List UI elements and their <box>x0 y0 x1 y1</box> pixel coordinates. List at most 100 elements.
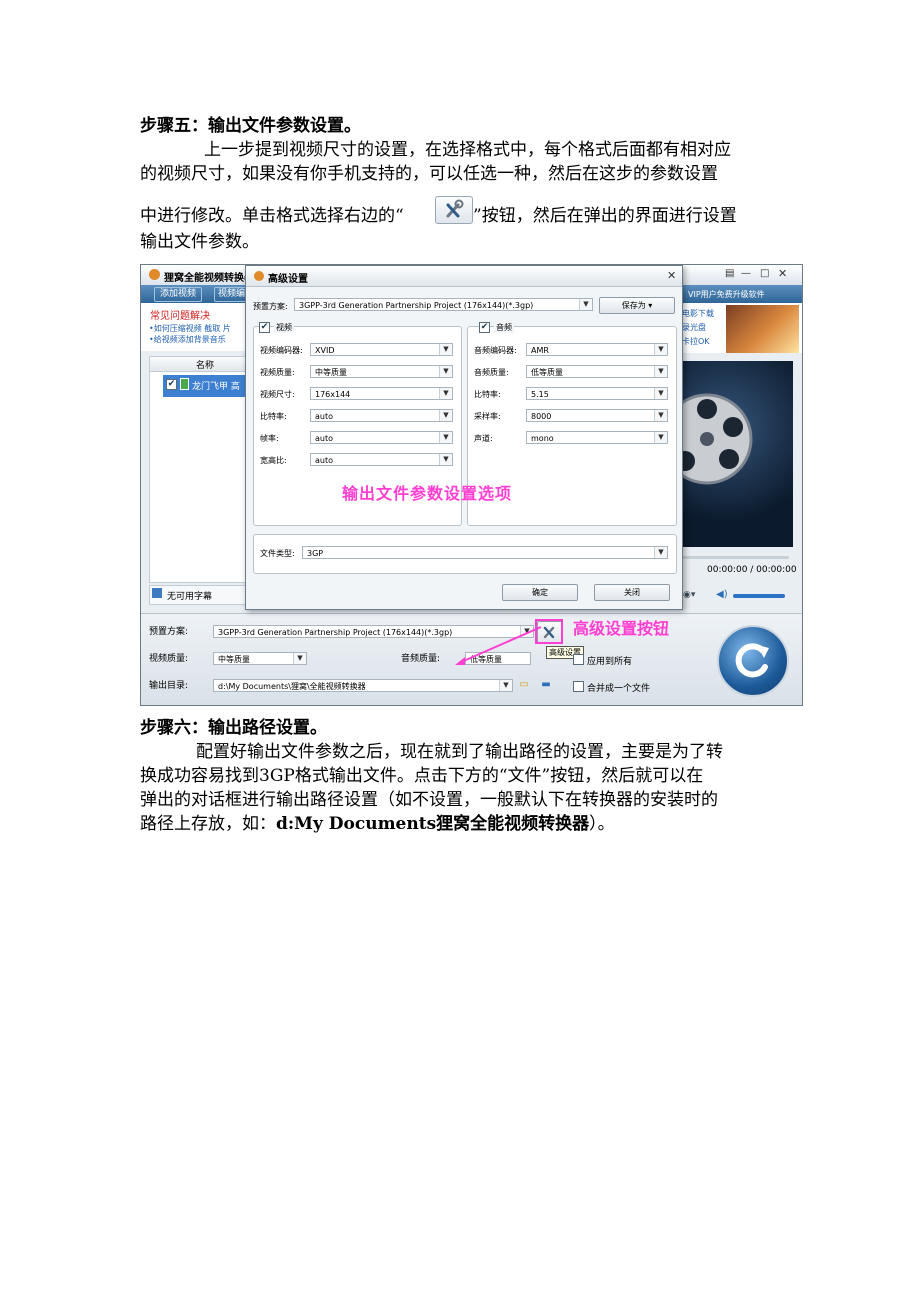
file-type-icon <box>180 378 189 390</box>
progress-track[interactable] <box>681 556 789 559</box>
step6-heading: 步骤六：输出路径设置。 <box>140 718 327 738</box>
paragraph-2-line-4: 路径上存放，如：d:My Documents狸窝全能视频转换器）。 <box>140 814 615 834</box>
dialog-close-icon[interactable]: ✕ <box>667 269 676 282</box>
advanced-settings-dialog: 高级设置 ✕ 预置方案: 3GPP-3rd Generation Partner… <box>245 265 683 610</box>
ad-link-2[interactable]: 录光盘 <box>682 322 706 333</box>
aspect-ratio-select[interactable]: auto ▼ <box>310 453 453 466</box>
video-codec-select[interactable]: XVID ▼ <box>310 343 453 356</box>
skin-icon[interactable]: ▤ <box>725 268 734 279</box>
dialog-preset-select[interactable]: 3GPP-3rd Generation Partnership Project … <box>294 298 593 311</box>
audio-quality-field-value: 低等质量 <box>531 368 563 377</box>
paragraph-1-line-3a: 中进行修改。单击格式选择右边的“ <box>140 206 404 226</box>
video-quality-field-select[interactable]: 中等质量 ▼ <box>310 365 453 378</box>
minimize-icon[interactable]: — <box>741 268 751 279</box>
file-type-select[interactable]: 3GP ▼ <box>302 546 668 559</box>
faq-link-2[interactable]: •给视频添加背景音乐 <box>149 334 226 345</box>
options-caption: 输出文件参数设置选项 <box>342 484 513 503</box>
dialog-logo-icon <box>254 271 264 281</box>
add-video-button[interactable]: 添加视频 <box>154 287 203 302</box>
annotation-arrow <box>455 626 542 665</box>
folder-icon[interactable]: ▭ <box>516 678 532 692</box>
video-quality-value: 中等质量 <box>218 655 250 664</box>
paragraph-2-line-1: 配置好输出文件参数之后，现在就到了输出路径的设置，主要是为了转 <box>196 742 723 762</box>
channels-value: mono <box>531 434 554 443</box>
ad-link-3[interactable]: 卡拉OK <box>682 336 710 347</box>
chevron-down-icon: ▼ <box>293 653 306 664</box>
apply-all-label: 应用到所有 <box>587 657 633 667</box>
sample-rate-select[interactable]: 8000 ▼ <box>526 409 668 422</box>
apply-all-checkbox[interactable] <box>573 654 584 665</box>
audio-codec-select[interactable]: AMR ▼ <box>526 343 668 356</box>
convert-button[interactable] <box>717 625 789 697</box>
open-folder-icon[interactable]: ▬ <box>538 678 554 692</box>
video-size-select[interactable]: 176x144 ▼ <box>310 387 453 400</box>
preset-label: 预置方案: <box>149 627 189 637</box>
file-checkbox[interactable]: ✔ <box>166 379 177 390</box>
audio-bitrate-select[interactable]: 5.15 ▼ <box>526 387 668 400</box>
chevron-down-icon: ▼ <box>654 432 667 443</box>
audio-bitrate-label: 比特率: <box>474 390 501 399</box>
chevron-down-icon: ▼ <box>499 680 512 691</box>
paragraph-2-line-4c: ）。 <box>589 814 615 834</box>
video-group-title: 视频 <box>274 322 294 333</box>
file-list <box>149 371 249 583</box>
step5-heading: 步骤五：输出文件参数设置。 <box>140 116 361 136</box>
chevron-down-icon: ▼ <box>439 410 452 421</box>
video-bitrate-label: 比特率: <box>260 412 287 421</box>
video-bitrate-value: auto <box>315 412 334 421</box>
close-window-icon[interactable]: ✕ <box>778 267 787 280</box>
paragraph-1-line-4: 输出文件参数。 <box>140 232 259 252</box>
video-quality-select[interactable]: 中等质量 ▼ <box>213 652 307 665</box>
video-size-value: 176x144 <box>315 390 351 399</box>
video-quality-field-label: 视频质量: <box>260 368 295 377</box>
chevron-down-icon: ▼ <box>654 366 667 377</box>
chevron-down-icon: ▼ <box>439 388 452 399</box>
volume-icon[interactable]: ◀) <box>716 589 728 600</box>
dialog-title-bar <box>246 266 682 287</box>
file-name: 龙门飞甲 高 <box>192 382 240 392</box>
maximize-icon[interactable]: □ <box>760 268 769 279</box>
chevron-down-icon: ▼ <box>579 299 592 310</box>
audio-group-checkbox[interactable]: ✔ <box>479 322 490 333</box>
paragraph-2-line-3: 弹出的对话框进行输出路径设置（如不设置，一般默认下在转换器的安装时的 <box>140 790 718 810</box>
merge-label: 合并成一个文件 <box>587 684 651 694</box>
faq-link-1[interactable]: •如何压缩视频 截取 片 <box>149 323 231 334</box>
channels-select[interactable]: mono ▼ <box>526 431 668 444</box>
dialog-title: 高级设置 <box>268 274 308 285</box>
frame-rate-select[interactable]: auto ▼ <box>310 431 453 444</box>
paragraph-1-line-1: 上一步提到视频尺寸的设置，在选择格式中，每个格式后面都有相对应 <box>204 140 731 160</box>
column-name-header: 名称 <box>196 361 215 371</box>
video-bitrate-select[interactable]: auto ▼ <box>310 409 453 422</box>
audio-quality-field-label: 音频质量: <box>474 368 509 377</box>
convert-arrow-icon <box>735 643 769 678</box>
faq-title: 常见问题解决 <box>150 311 210 322</box>
advanced-button-caption: 高级设置按钮 <box>573 619 670 638</box>
output-dir-select[interactable]: d:\My Documents\狸窝\全能视频转换器 ▼ <box>213 679 513 692</box>
dialog-preset-label: 预置方案: <box>253 302 288 311</box>
video-edit-button[interactable]: 视频编 <box>214 287 250 302</box>
app-logo-icon <box>149 269 160 280</box>
vip-upgrade-link[interactable]: VIP用户免费升级软件 <box>688 289 765 300</box>
paragraph-1-line-2: 的视频尺寸，如果没有你手机支持的，可以任选一种，然后在这步的参数设置 <box>140 164 718 184</box>
close-button[interactable]: 关闭 <box>594 584 670 601</box>
video-group-checkbox[interactable]: ✔ <box>259 322 270 333</box>
camera-icon[interactable]: ◉▾ <box>683 590 695 600</box>
chevron-down-icon: ▼ <box>439 344 452 355</box>
sample-rate-value: 8000 <box>531 412 552 421</box>
video-codec-value: XVID <box>315 346 335 355</box>
chevron-down-icon: ▼ <box>439 366 452 377</box>
preset-value: 3GPP-3rd Generation Partnership Project … <box>218 628 453 637</box>
audio-codec-value: AMR <box>531 346 549 355</box>
subtitle-none-label[interactable]: 无可用字幕 <box>167 589 212 602</box>
ok-button[interactable]: 确定 <box>502 584 578 601</box>
audio-quality-field-select[interactable]: 低等质量 ▼ <box>526 365 668 378</box>
merge-checkbox[interactable] <box>573 681 584 692</box>
film-reel-icon <box>661 393 753 485</box>
save-as-button[interactable]: 保存为 ▾ <box>599 297 675 314</box>
audio-bitrate-value: 5.15 <box>531 390 549 399</box>
tools-button-icon <box>435 196 473 224</box>
ad-banner-image[interactable] <box>726 305 799 353</box>
sample-rate-label: 采样率: <box>474 412 501 421</box>
volume-slider[interactable] <box>733 594 785 598</box>
ad-link-1[interactable]: 电影下载 <box>682 308 714 319</box>
